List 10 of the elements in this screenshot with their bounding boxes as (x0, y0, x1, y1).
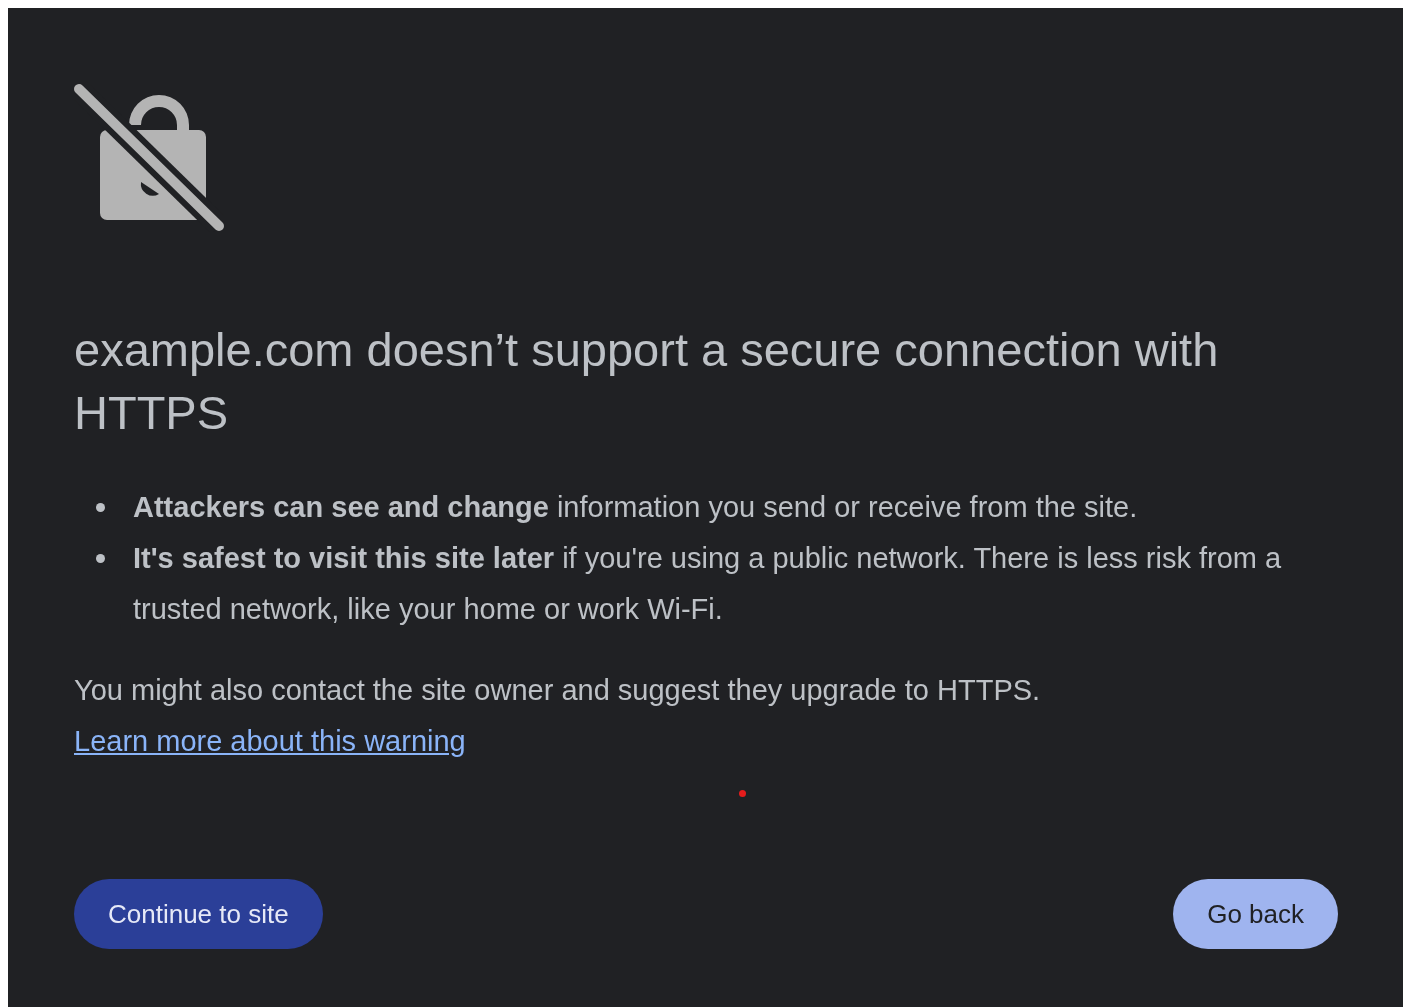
learn-more-link[interactable]: Learn more about this warning (74, 725, 466, 757)
bullet-icon (96, 554, 105, 563)
back-button[interactable]: Go back (1173, 879, 1338, 949)
bullet-icon (96, 503, 105, 512)
continue-button[interactable]: Continue to site (74, 879, 323, 949)
page-heading: example.com doesn’t support a secure connection with HTTPS (74, 322, 1220, 441)
bullet-text: Attackers can see and change information you send or receive from the site. (133, 490, 1138, 525)
note-text: You might also contact the site owner and suggest they upgrade to HTTPS. (74, 674, 1041, 706)
bullet-text: It's safest to visit this site later if you're using a public network. There is less risk from a trusted network, like your home or work Wi-Fi. (133, 541, 1283, 627)
pointer-dot (739, 790, 746, 797)
